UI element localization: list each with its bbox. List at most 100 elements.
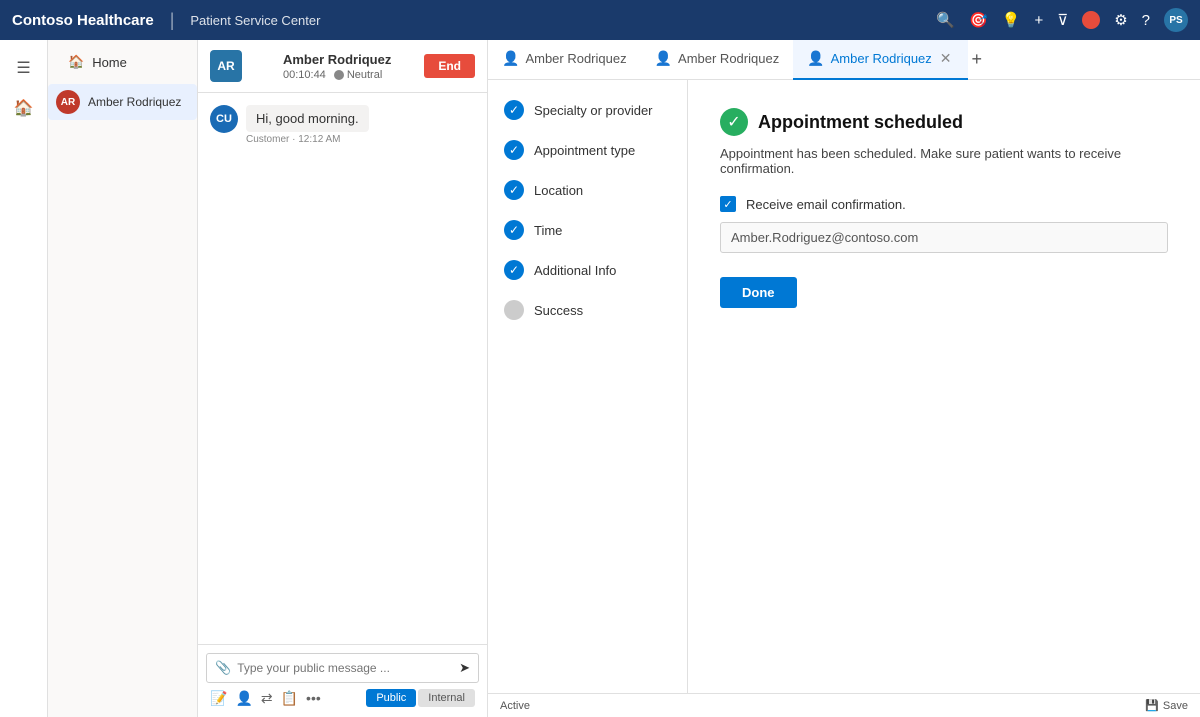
- step-specialty-label: Specialty or provider: [534, 103, 653, 118]
- step-additional: ✓ Additional Info: [504, 260, 671, 280]
- chat-input-area: 📎 ➤ 📝 👤 ⇄ 📋 ••• Public Internal: [198, 644, 487, 717]
- add-icon[interactable]: +: [1034, 12, 1043, 29]
- sentiment-label: Neutral: [347, 69, 382, 81]
- message-timestamp: Customer · 12:12 AM: [246, 134, 369, 145]
- success-icon: ✓: [720, 108, 748, 136]
- neutral-dot: [334, 70, 344, 80]
- step-time-label: Time: [534, 223, 562, 238]
- agent-avatar: AR: [56, 90, 80, 114]
- email-confirmation-checkbox[interactable]: ✓: [720, 196, 736, 212]
- chat-tool-person-icon[interactable]: 👤: [235, 690, 252, 707]
- step-specialty: ✓ Specialty or provider: [504, 100, 671, 120]
- chat-messages: CU Hi, good morning. Customer · 12:12 AM: [198, 93, 487, 644]
- tabs-bar: 👤 Amber Rodriquez 👤 Amber Rodriquez 👤 Am…: [488, 40, 1200, 80]
- step-specialty-check: ✓: [504, 100, 524, 120]
- public-toggle-button[interactable]: Public: [366, 689, 416, 707]
- settings-icon[interactable]: ⚙: [1114, 11, 1127, 29]
- inner-content: ✓ Specialty or provider ✓ Appointment ty…: [488, 80, 1200, 693]
- end-call-button[interactable]: End: [424, 54, 475, 78]
- chat-tool-more-icon[interactable]: •••: [306, 690, 321, 706]
- agent-name: Amber Rodriquez: [88, 95, 181, 109]
- tab-3-close-button[interactable]: ✕: [938, 50, 954, 67]
- chat-tool-transfer-icon[interactable]: ⇄: [261, 690, 273, 707]
- search-icon[interactable]: 🔍: [936, 11, 955, 29]
- tab-3-person-icon: 👤: [807, 50, 824, 67]
- step-location-check: ✓: [504, 180, 524, 200]
- tab-3-label: Amber Rodriquez: [831, 51, 932, 66]
- step-success-check: [504, 300, 524, 320]
- chat-timer: 00:10:44: [283, 69, 326, 81]
- idea-icon[interactable]: 💡: [1002, 11, 1021, 29]
- chat-input-row: 📎 ➤: [206, 653, 479, 683]
- step-appt-type: ✓ Appointment type: [504, 140, 671, 160]
- save-label: Save: [1163, 700, 1188, 712]
- scheduled-description: Appointment has been scheduled. Make sur…: [720, 146, 1168, 176]
- notification-badge[interactable]: [1082, 11, 1100, 29]
- content-area: 👤 Amber Rodriquez 👤 Amber Rodriquez 👤 Am…: [488, 40, 1200, 717]
- brand-logo: Contoso Healthcare: [12, 12, 154, 29]
- email-confirmation-input[interactable]: [720, 222, 1168, 253]
- target-icon[interactable]: 🎯: [969, 11, 988, 29]
- form-area: ✓ Appointment scheduled Appointment has …: [688, 80, 1200, 693]
- home-icon[interactable]: 🏠: [6, 90, 42, 126]
- scheduled-title: Appointment scheduled: [758, 112, 963, 133]
- brand-divider: |: [170, 10, 175, 31]
- sidebar-agent-item[interactable]: AR Amber Rodriquez: [48, 84, 197, 120]
- top-bar: Contoso Healthcare | Patient Service Cen…: [0, 0, 1200, 40]
- main-layout: ☰ 🏠 🏠 Home AR Amber Rodriquez AR Amber R…: [0, 40, 1200, 717]
- step-location: ✓ Location: [504, 180, 671, 200]
- topbar-icons: 🔍 🎯 💡 + ⊽ ⚙ ? PS: [936, 8, 1188, 32]
- chat-input[interactable]: [237, 661, 453, 675]
- confirmation-label: Receive email confirmation.: [746, 197, 906, 212]
- chat-tool-template-icon[interactable]: 📋: [281, 690, 298, 707]
- left-sidebar: ☰ 🏠: [0, 40, 48, 717]
- user-avatar[interactable]: PS: [1164, 8, 1188, 32]
- sentiment-badge: Neutral: [334, 69, 382, 81]
- chat-agent-avatar: AR: [210, 50, 242, 82]
- send-icon[interactable]: ➤: [459, 660, 470, 676]
- save-button[interactable]: 💾 Save: [1145, 699, 1188, 712]
- internal-toggle-button[interactable]: Internal: [418, 689, 475, 707]
- message-content: Hi, good morning. Customer · 12:12 AM: [246, 105, 369, 145]
- home-icon-small: 🏠: [68, 54, 84, 70]
- step-appt-type-check: ✓: [504, 140, 524, 160]
- chat-panel: AR Amber Rodriquez 00:10:44 Neutral End …: [198, 40, 488, 717]
- chat-toolbar: 📝 👤 ⇄ 📋 ••• Public Internal: [206, 683, 479, 709]
- chat-header-meta: 00:10:44 Neutral: [283, 69, 391, 81]
- sidebar-home-link[interactable]: 🏠 Home: [60, 48, 185, 76]
- tab-2-person-icon: 👤: [655, 50, 672, 67]
- step-additional-label: Additional Info: [534, 263, 616, 278]
- message-sender-avatar: CU: [210, 105, 238, 133]
- tab-1-person-icon: 👤: [502, 50, 519, 67]
- step-appt-type-label: Appointment type: [534, 143, 635, 158]
- confirmation-row: ✓ Receive email confirmation.: [720, 196, 1168, 212]
- tab-2-label: Amber Rodriquez: [678, 51, 779, 66]
- scheduled-header: ✓ Appointment scheduled: [720, 108, 1168, 136]
- step-success-label: Success: [534, 303, 583, 318]
- hamburger-menu-icon[interactable]: ☰: [6, 50, 42, 86]
- message-item: CU Hi, good morning. Customer · 12:12 AM: [210, 105, 475, 145]
- chat-visibility-toggle: Public Internal: [366, 689, 475, 707]
- chat-header: AR Amber Rodriquez 00:10:44 Neutral End: [198, 40, 487, 93]
- steps-panel: ✓ Specialty or provider ✓ Appointment ty…: [488, 80, 688, 693]
- status-bar: Active 💾 Save: [488, 693, 1200, 717]
- step-success: Success: [504, 300, 671, 320]
- status-label: Active: [500, 700, 530, 712]
- help-icon[interactable]: ?: [1142, 12, 1150, 29]
- app-subtitle: Patient Service Center: [190, 13, 320, 28]
- chat-header-info: Amber Rodriquez 00:10:44 Neutral: [283, 52, 391, 81]
- tab-1[interactable]: 👤 Amber Rodriquez: [488, 40, 641, 80]
- step-time-check: ✓: [504, 220, 524, 240]
- done-button[interactable]: Done: [720, 277, 797, 308]
- agent-sidebar: 🏠 Home AR Amber Rodriquez: [48, 40, 198, 717]
- add-tab-button[interactable]: +: [972, 49, 983, 70]
- filter-icon[interactable]: ⊽: [1057, 11, 1068, 29]
- tab-1-label: Amber Rodriquez: [525, 51, 626, 66]
- chat-header-name: Amber Rodriquez: [283, 52, 391, 67]
- tab-3[interactable]: 👤 Amber Rodriquez ✕: [793, 40, 967, 80]
- chat-tool-notes-icon[interactable]: 📝: [210, 690, 227, 707]
- home-label: Home: [92, 55, 127, 70]
- attachment-icon[interactable]: 📎: [215, 660, 231, 676]
- tab-2[interactable]: 👤 Amber Rodriquez: [641, 40, 794, 80]
- save-icon: 💾: [1145, 699, 1159, 712]
